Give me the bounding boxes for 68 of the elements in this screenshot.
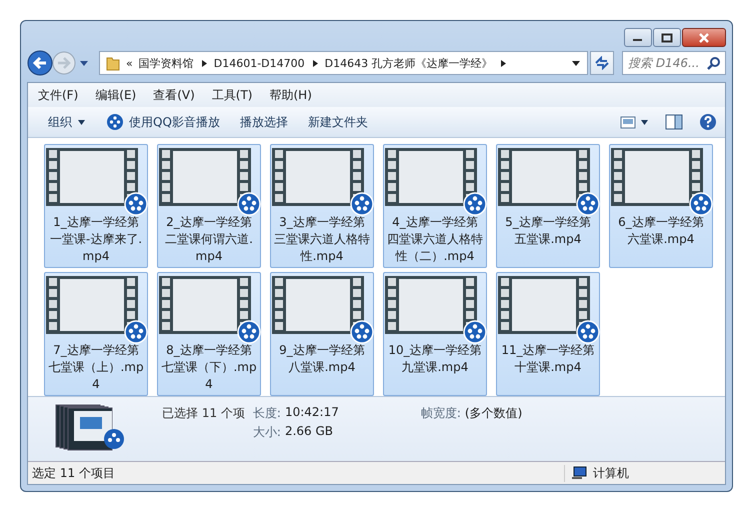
- player-icon: [124, 320, 148, 344]
- menu-item[interactable]: 文件(F): [38, 86, 78, 104]
- search-icon: [707, 56, 721, 70]
- menu-item[interactable]: 帮助(H): [270, 86, 312, 104]
- property-value: (多个数值): [464, 405, 522, 422]
- menu-item[interactable]: 查看(V): [153, 86, 195, 104]
- address-bar[interactable]: « 国学资料馆 D14601-D14700 D14643 孔方老师《达摩一学经》: [99, 51, 588, 76]
- chevron-icon[interactable]: [200, 58, 208, 68]
- caret-icon[interactable]: [79, 59, 89, 68]
- file-item[interactable]: 9_达摩一学经第八堂课.mp4: [270, 272, 374, 396]
- chevron-icon[interactable]: [310, 58, 319, 68]
- menu-item[interactable]: 编辑(E): [95, 86, 136, 104]
- menu-item[interactable]: 工具(T): [212, 86, 252, 104]
- maximize-button[interactable]: [653, 28, 681, 47]
- toolbar-button[interactable]: 播放选择: [232, 110, 296, 134]
- close-icon: [698, 32, 710, 42]
- player-icon: [350, 320, 374, 344]
- file-item[interactable]: 10_达摩一学经第九堂课.mp4: [383, 272, 487, 396]
- file-item[interactable]: 5_达摩一学经第五堂课.mp4: [496, 144, 600, 268]
- computer-icon: [571, 466, 587, 480]
- player-icon: [689, 192, 713, 216]
- breadcrumb-item[interactable]: D14643 孔方老师《达摩一学经》: [324, 56, 493, 71]
- selection-summary: 已选择 11 个项: [162, 405, 245, 422]
- player-icon: [124, 192, 148, 216]
- player-icon: [463, 320, 487, 344]
- status-text: 选定 11 个项目: [32, 464, 115, 482]
- refresh-button[interactable]: [590, 51, 614, 76]
- view-icon[interactable]: [620, 116, 636, 128]
- file-item[interactable]: 1_达摩一学经第一堂课-达摩来了.mp4: [44, 144, 148, 268]
- refresh-icon: [594, 56, 610, 70]
- player-icon: [576, 320, 600, 344]
- help-icon[interactable]: [699, 113, 717, 131]
- player-icon: [576, 192, 600, 216]
- chevron-icon[interactable]: [498, 58, 507, 68]
- toolbar-button[interactable]: 组织: [40, 110, 94, 134]
- breadcrumb-item[interactable]: D14601-D14700: [214, 56, 305, 70]
- folder-icon: [106, 55, 120, 72]
- location-text: 计算机: [593, 464, 629, 482]
- property-value: 2.66 GB: [284, 424, 334, 440]
- player-icon: [237, 320, 261, 344]
- file-item[interactable]: 11_达摩一学经第十堂课.mp4: [496, 272, 600, 396]
- toolbar-button[interactable]: 新建文件夹: [300, 110, 376, 134]
- back-icon[interactable]: [27, 50, 53, 76]
- player-icon: [106, 113, 124, 131]
- file-item[interactable]: 2_达摩一学经第二堂课何谓六道.mp4: [157, 144, 261, 268]
- property-label: 长度:: [252, 405, 281, 422]
- maximize-icon: [661, 32, 673, 42]
- file-item[interactable]: 6_达摩一学经第六堂课.mp4: [609, 144, 713, 268]
- file-item[interactable]: 3_达摩一学经第三堂课六道人格特性.mp4: [270, 144, 374, 268]
- player-icon: [237, 192, 261, 216]
- player-icon: [463, 192, 487, 216]
- breadcrumb-item[interactable]: 国学资料馆: [138, 56, 194, 71]
- property-label: 帧宽度:: [420, 405, 461, 422]
- file-item[interactable]: 8_达摩一学经第七堂课（下）.mp4: [157, 272, 261, 396]
- player-icon: [350, 192, 374, 216]
- toolbar-button[interactable]: 使用QQ影音播放: [98, 110, 228, 134]
- search-field[interactable]: 搜索 D146...: [622, 51, 726, 76]
- minimize-button[interactable]: [624, 28, 652, 47]
- property-label: 大小:: [252, 424, 281, 441]
- preview-pane-icon[interactable]: [665, 114, 683, 130]
- file-item[interactable]: 7_达摩一学经第七堂课（上）.mp4: [44, 272, 148, 396]
- property-value: 10:42:17: [284, 405, 339, 421]
- dropdown-caret-icon[interactable]: [571, 59, 581, 68]
- breadcrumb-overflow[interactable]: «: [126, 56, 133, 70]
- close-button[interactable]: [682, 28, 726, 47]
- file-item[interactable]: 4_达摩一学经第四堂课六道人格特性（二）.mp4: [383, 144, 487, 268]
- caret-icon: [77, 118, 86, 126]
- caret-icon[interactable]: [640, 118, 649, 126]
